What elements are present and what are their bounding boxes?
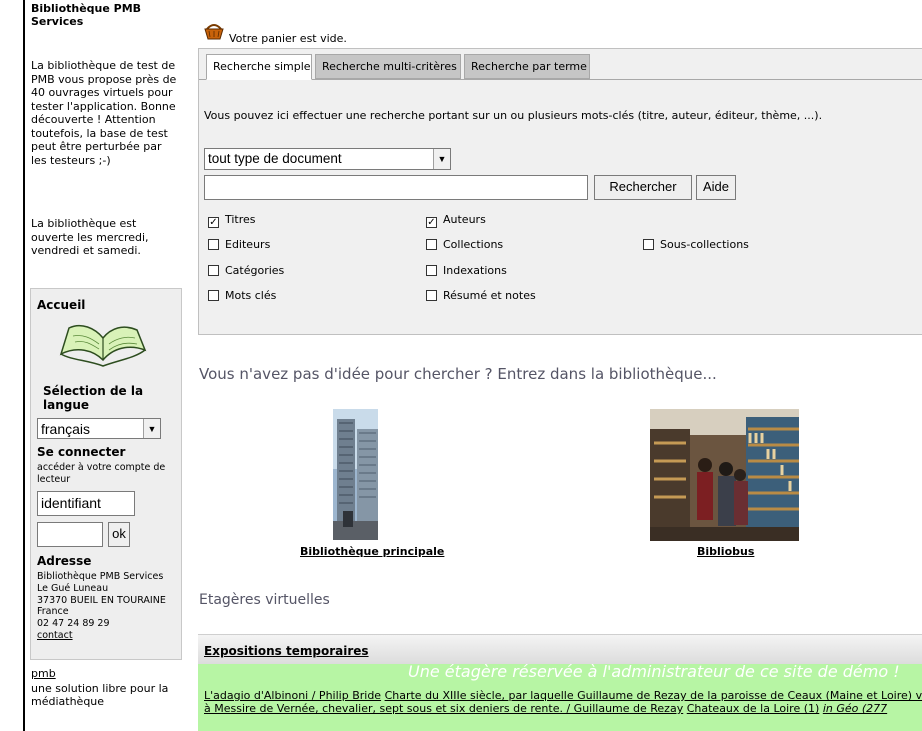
checkbox-resume-notes[interactable]: Résumé et notes bbox=[426, 289, 536, 302]
location-bibliobus-link[interactable]: Bibliobus bbox=[697, 545, 754, 558]
exhibition-header: Expositions temporaires bbox=[198, 634, 922, 664]
checkbox-icon[interactable] bbox=[208, 265, 219, 276]
password-input[interactable] bbox=[37, 522, 103, 547]
accueil-heading: Accueil bbox=[37, 298, 86, 312]
search-intro: Vous pouvez ici effectuer une recherche … bbox=[204, 109, 823, 122]
notice-link[interactable]: L'adagio d'Albinoni / Philip Bride bbox=[204, 689, 381, 702]
connect-title: Se connecter bbox=[37, 445, 126, 459]
checkbox-label: Collections bbox=[443, 238, 504, 251]
language-select[interactable]: français ▼ bbox=[37, 418, 161, 439]
checkbox-icon[interactable] bbox=[208, 239, 219, 250]
address-line: France bbox=[37, 606, 69, 618]
tab-multi-criteria[interactable]: Recherche multi-critères bbox=[315, 54, 461, 79]
checkbox-label: Catégories bbox=[225, 264, 285, 277]
ok-button[interactable]: ok bbox=[108, 522, 130, 547]
tab-term-search[interactable]: Recherche par terme bbox=[464, 54, 590, 79]
location-main-link[interactable]: Bibliothèque principale bbox=[300, 545, 444, 558]
checkbox-label: Auteurs bbox=[443, 213, 486, 226]
basket-icon[interactable] bbox=[204, 22, 224, 40]
checkbox-checked-icon[interactable]: ✓ bbox=[208, 217, 219, 228]
tab-simple-search[interactable]: Recherche simple bbox=[206, 54, 312, 80]
doc-type-select[interactable]: tout type de document ▼ bbox=[204, 148, 451, 170]
building-image-icon bbox=[333, 409, 378, 540]
login-input[interactable]: identifiant bbox=[37, 491, 135, 516]
checkbox-indexations[interactable]: Indexations bbox=[426, 264, 507, 277]
checkbox-label: Titres bbox=[225, 213, 256, 226]
checkbox-checked-icon[interactable]: ✓ bbox=[426, 217, 437, 228]
exhibition-title-link[interactable]: Expositions temporaires bbox=[204, 644, 369, 658]
library-title: Bibliothèque PMB Services bbox=[31, 2, 142, 28]
checkbox-mots-cles[interactable]: Mots clés bbox=[208, 289, 276, 302]
checkbox-editeurs[interactable]: Editeurs bbox=[208, 238, 270, 251]
checkbox-icon[interactable] bbox=[643, 239, 654, 250]
checkbox-label: Editeurs bbox=[225, 238, 271, 251]
contact-link[interactable]: contact bbox=[37, 630, 73, 641]
shelf-items: L'adagio d'Albinoni / Philip Bride Chart… bbox=[204, 689, 922, 715]
sidebar-box: Accueil Sélection de la langue français … bbox=[30, 288, 182, 660]
address-line: Le Gué Luneau bbox=[37, 582, 109, 594]
library-description: La bibliothèque de test de PMB vous prop… bbox=[31, 59, 177, 167]
checkbox-icon[interactable] bbox=[208, 290, 219, 301]
connect-description: accéder à votre compte de lecteur bbox=[37, 462, 166, 485]
shelf-banner: Une étagère réservée à l'administrateur … bbox=[408, 664, 900, 681]
checkbox-icon[interactable] bbox=[426, 290, 437, 301]
bibliobus-photo[interactable] bbox=[650, 409, 799, 541]
search-button[interactable]: Rechercher bbox=[594, 175, 692, 200]
checkbox-label: Résumé et notes bbox=[443, 289, 536, 302]
address-line: 02 47 24 89 29 bbox=[37, 618, 110, 630]
left-divider bbox=[23, 0, 25, 731]
pmb-link[interactable]: pmb bbox=[31, 667, 56, 680]
bus-interior-image-icon bbox=[650, 409, 799, 541]
opening-hours: La bibliothèque est ouverte les mercredi… bbox=[31, 217, 149, 257]
address-line: 37370 BUEIL EN TOURAINE bbox=[37, 594, 166, 606]
open-book-icon[interactable] bbox=[57, 316, 149, 378]
language-title: Sélection de la langue bbox=[43, 384, 144, 412]
notice-link[interactable]: Chateaux de la Loire (1) bbox=[687, 702, 820, 715]
checkbox-collections[interactable]: Collections bbox=[426, 238, 503, 251]
checkbox-icon[interactable] bbox=[426, 239, 437, 250]
checkbox-categories[interactable]: Catégories bbox=[208, 264, 284, 277]
language-value: français bbox=[41, 421, 91, 437]
notice-link-italic[interactable]: in Géo (277 bbox=[823, 702, 887, 715]
checkbox-label: Mots clés bbox=[225, 289, 277, 302]
checkbox-label: Sous-collections bbox=[660, 238, 749, 251]
address-lines: Bibliothèque PMB Services Le Gué Luneau … bbox=[37, 571, 177, 642]
checkbox-auteurs[interactable]: ✓ Auteurs bbox=[426, 213, 486, 228]
doc-type-value: tout type de document bbox=[208, 151, 342, 166]
left-column: Bibliothèque PMB Services La bibliothèqu… bbox=[0, 0, 185, 731]
notice-link[interactable]: à Messire de Vernée, chevalier, sept sou… bbox=[204, 702, 683, 715]
shelf-line: L'adagio d'Albinoni / Philip Bride Chart… bbox=[204, 689, 922, 702]
checkbox-icon[interactable] bbox=[426, 265, 437, 276]
notice-link[interactable]: Charte du XIIIe siècle, par laquelle Gui… bbox=[385, 689, 922, 702]
chevron-down-icon[interactable]: ▼ bbox=[433, 149, 450, 169]
shelves-title: Etagères virtuelles bbox=[199, 592, 330, 608]
search-input[interactable] bbox=[204, 175, 588, 200]
search-panel: Recherche simple Recherche multi-critère… bbox=[198, 48, 922, 335]
exhibition-shelf: Une étagère réservée à l'administrateur … bbox=[198, 664, 922, 731]
address-line: Bibliothèque PMB Services bbox=[37, 571, 164, 582]
library-building-photo[interactable] bbox=[333, 409, 378, 540]
enter-library-title: Vous n'avez pas d'idée pour chercher ? E… bbox=[199, 365, 717, 383]
shelf-line: à Messire de Vernée, chevalier, sept sou… bbox=[204, 702, 922, 715]
chevron-down-icon[interactable]: ▼ bbox=[143, 419, 160, 438]
pmb-description: une solution libre pour la médiathèque bbox=[31, 682, 169, 708]
checkbox-label: Indexations bbox=[443, 264, 507, 277]
checkbox-titres[interactable]: ✓ Titres bbox=[208, 213, 256, 228]
login-value: identifiant bbox=[41, 495, 101, 511]
address-title: Adresse bbox=[37, 554, 92, 568]
help-button[interactable]: Aide bbox=[696, 175, 736, 200]
checkbox-sous-collections[interactable]: Sous-collections bbox=[643, 238, 749, 251]
cart-status: Votre panier est vide. bbox=[229, 32, 347, 45]
